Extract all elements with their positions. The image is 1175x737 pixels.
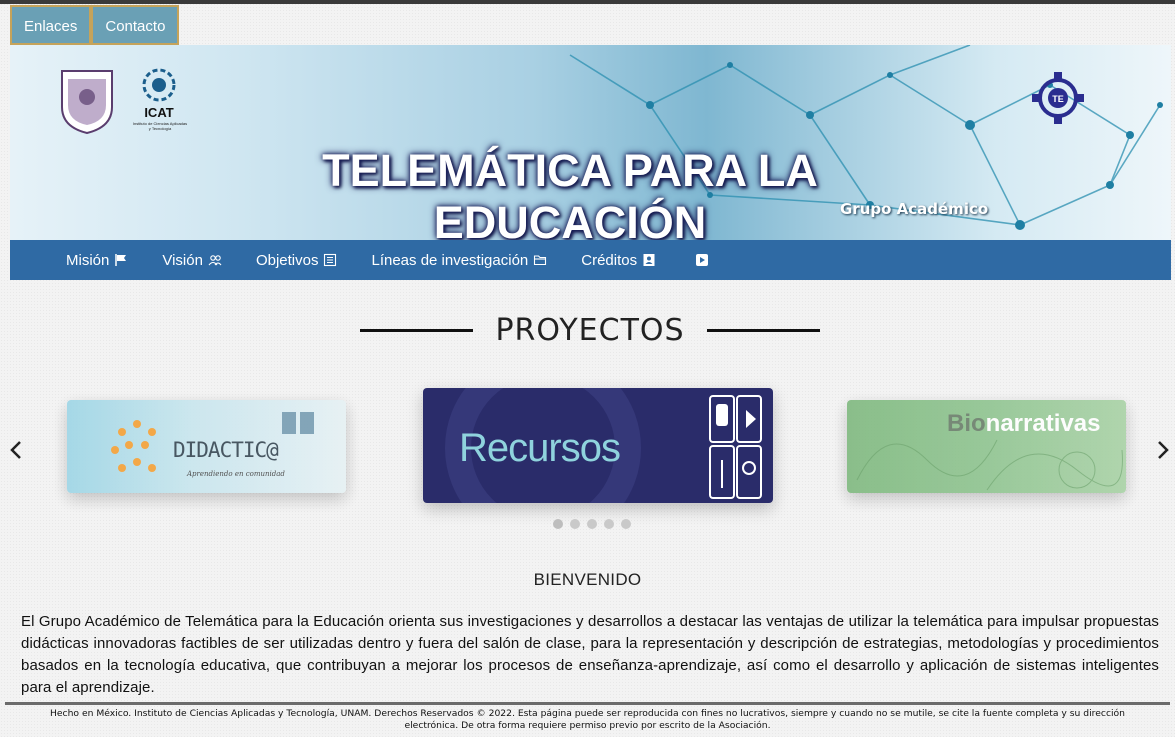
nav-lineas-label: Líneas de investigación — [371, 251, 529, 269]
folder-icon — [533, 253, 547, 267]
carousel-dot-1[interactable] — [553, 519, 563, 529]
bionarrativas-suffix: narrativas — [985, 410, 1101, 437]
carousel-dot-2[interactable] — [570, 519, 580, 529]
project-card-didactica[interactable]: DIDACTIC@ Aprendiendo en comunidad — [67, 400, 346, 493]
icat-emblem-icon — [142, 68, 176, 102]
icat-fullname: Instituto de Ciencias Aplicadas y Tecnol… — [132, 121, 188, 131]
bionarrativas-prefix: Bio — [947, 410, 986, 437]
carousel-prev-icon[interactable] — [8, 438, 24, 462]
nav-mision[interactable]: Misión — [66, 252, 128, 269]
nav-mision-label: Misión — [66, 251, 110, 269]
flag-icon — [114, 253, 128, 267]
svg-text:TE: TE — [1052, 94, 1064, 104]
banner-subtitle: Grupo Académico — [840, 200, 989, 218]
proyectos-title: PROYECTOS — [495, 312, 685, 348]
carousel-dot-3[interactable] — [587, 519, 597, 529]
welcome-body: El Grupo Académico de Telemática para la… — [21, 613, 1159, 696]
heading-rule-right — [706, 328, 820, 332]
didactica-title: DIDACTIC@ — [173, 438, 279, 462]
contacto-link[interactable]: Contacto — [91, 5, 180, 45]
footer-divider — [5, 702, 1170, 705]
recursos-title: Recursos — [459, 426, 621, 470]
youtube-icon — [695, 253, 709, 267]
banner-title: TELEMÁTICA PARA LA EDUCACIÓN — [322, 145, 818, 240]
footer-line-2: electrónica. De otra forma requiere perm… — [404, 720, 771, 731]
top-links: Enlaces Contacto — [10, 5, 180, 45]
nav-vision-label: Visión — [162, 251, 203, 269]
icat-logo: ICAT Instituto de Ciencias Aplicadas y T… — [133, 67, 187, 133]
nav-vision[interactable]: Visión — [162, 252, 222, 269]
bionarrativas-title: Bionarrativas — [947, 410, 1100, 438]
list-icon — [323, 253, 337, 267]
didactica-tagline: Aprendiendo en comunidad — [187, 470, 285, 478]
heading-rule-left — [360, 328, 474, 332]
welcome-title: BIENVENIDO — [533, 570, 642, 589]
carousel-dots — [553, 519, 638, 529]
carousel-next-icon[interactable] — [1155, 438, 1171, 462]
enlaces-link[interactable]: Enlaces — [10, 5, 92, 45]
nav-lineas[interactable]: Líneas de investigación — [371, 252, 547, 269]
carousel-dot-5[interactable] — [621, 519, 631, 529]
te-logo: TE — [1032, 72, 1084, 124]
proyectos-heading: PROYECTOS — [360, 308, 820, 352]
id-card-icon — [642, 253, 656, 267]
icat-label: ICAT — [144, 105, 174, 120]
nav-objetivos[interactable]: Objetivos — [256, 252, 338, 269]
unam-logo — [61, 70, 113, 135]
nav-youtube[interactable] — [690, 253, 709, 267]
header-banner: ICAT Instituto de Ciencias Aplicadas y T… — [10, 45, 1171, 240]
project-card-bionarrativas[interactable]: Bionarrativas — [847, 400, 1126, 493]
top-strip — [0, 0, 1175, 4]
carousel-dot-4[interactable] — [604, 519, 614, 529]
footer: Hecho en México. Instituto de Ciencias A… — [5, 708, 1170, 732]
nav-objetivos-label: Objetivos — [255, 251, 319, 269]
project-card-recursos[interactable]: Recursos — [423, 388, 773, 503]
people-icon — [208, 253, 222, 267]
nav-creditos-label: Créditos — [581, 251, 638, 269]
footer-line-1: Hecho en México. Instituto de Ciencias A… — [50, 708, 1125, 719]
nav-creditos[interactable]: Créditos — [581, 252, 656, 269]
main-navbar: Misión Visión Objetivos Líneas de invest… — [10, 240, 1171, 280]
